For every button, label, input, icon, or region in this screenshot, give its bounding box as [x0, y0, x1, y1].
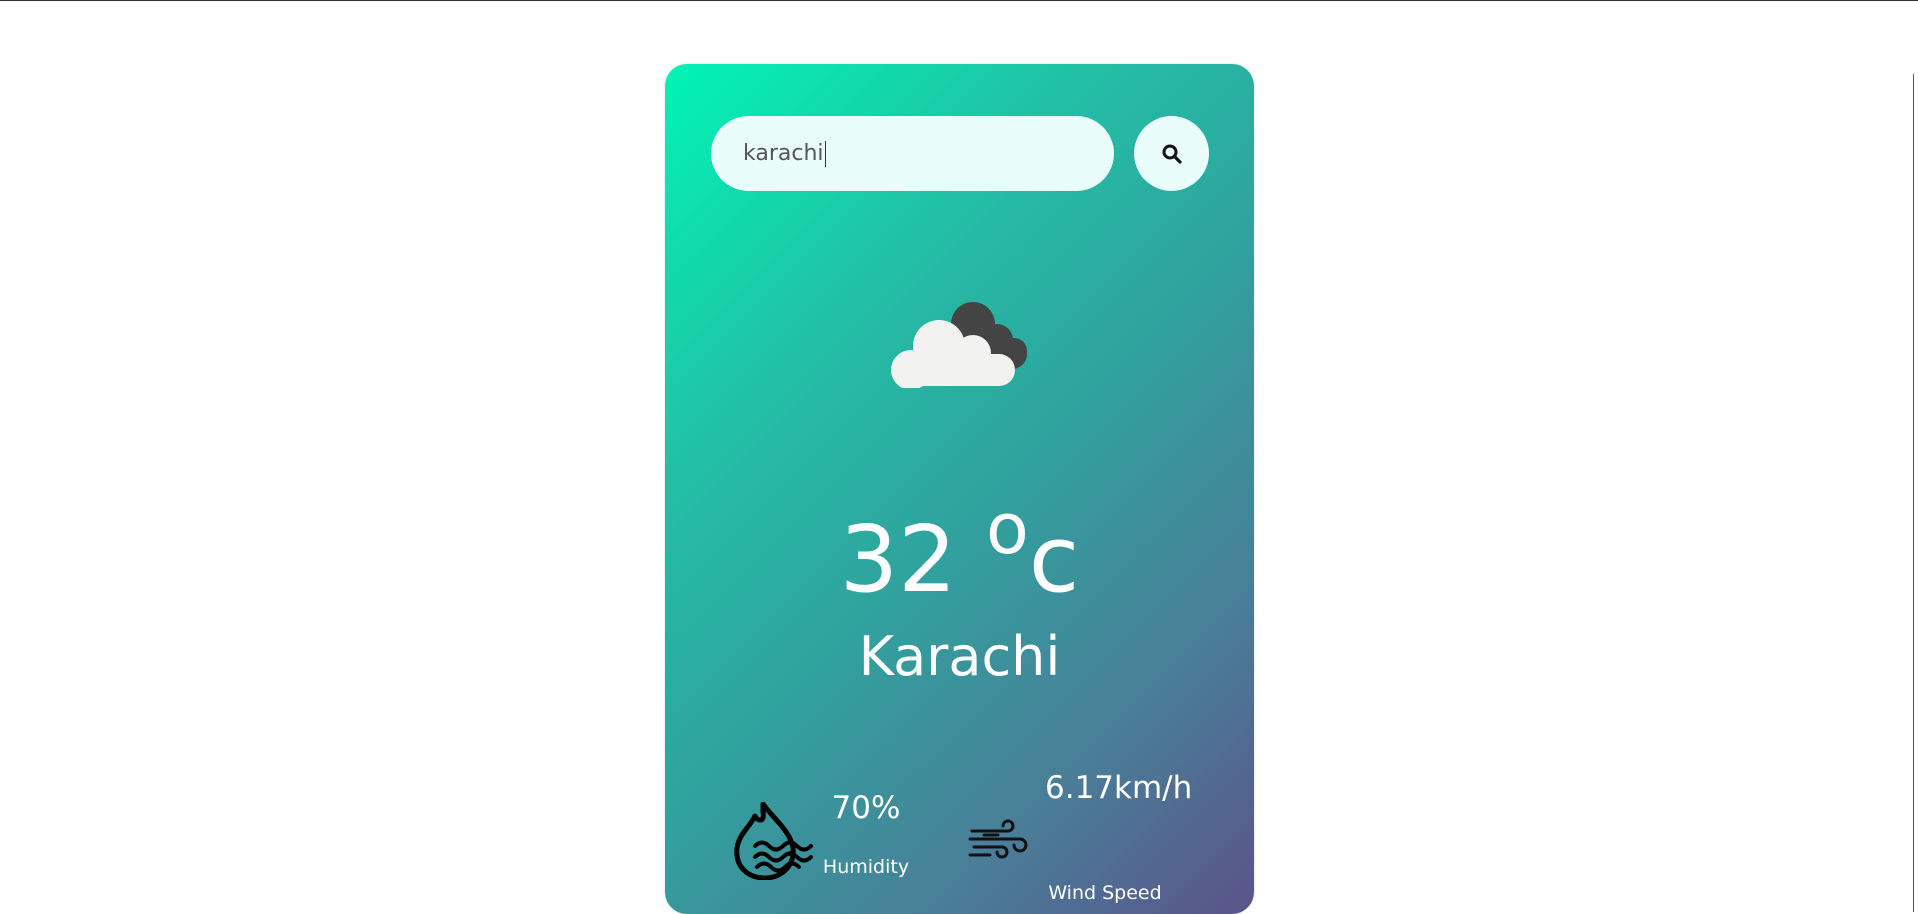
- search-input-value[interactable]: karachi: [743, 141, 824, 166]
- temperature-unit: c: [1028, 506, 1080, 613]
- wind-icon: [968, 819, 1028, 859]
- wind-speed-value: 6.17km/h: [1045, 770, 1193, 806]
- temperature: 32 oc: [665, 494, 1254, 606]
- scrollbar-track[interactable]: [1913, 74, 1914, 912]
- humidity-value: 70%: [831, 790, 901, 826]
- temperature-value: 32: [839, 506, 957, 613]
- humidity-label: Humidity: [822, 856, 910, 878]
- search-button[interactable]: [1134, 116, 1209, 191]
- city-name: Karachi: [858, 625, 1061, 688]
- weather-card: karachi 32 oc Karachi 70% Humidity 6.17k…: [665, 64, 1254, 914]
- wind-speed-label: Wind Speed: [1048, 882, 1162, 904]
- search-input[interactable]: karachi: [711, 116, 1114, 191]
- degree-symbol: o: [985, 488, 1029, 570]
- window-top-border: [0, 0, 1918, 1]
- humidity-icon: [734, 802, 813, 880]
- search-icon: [1162, 144, 1182, 164]
- cloudy-icon: [891, 302, 1027, 388]
- text-caret: [824, 140, 826, 167]
